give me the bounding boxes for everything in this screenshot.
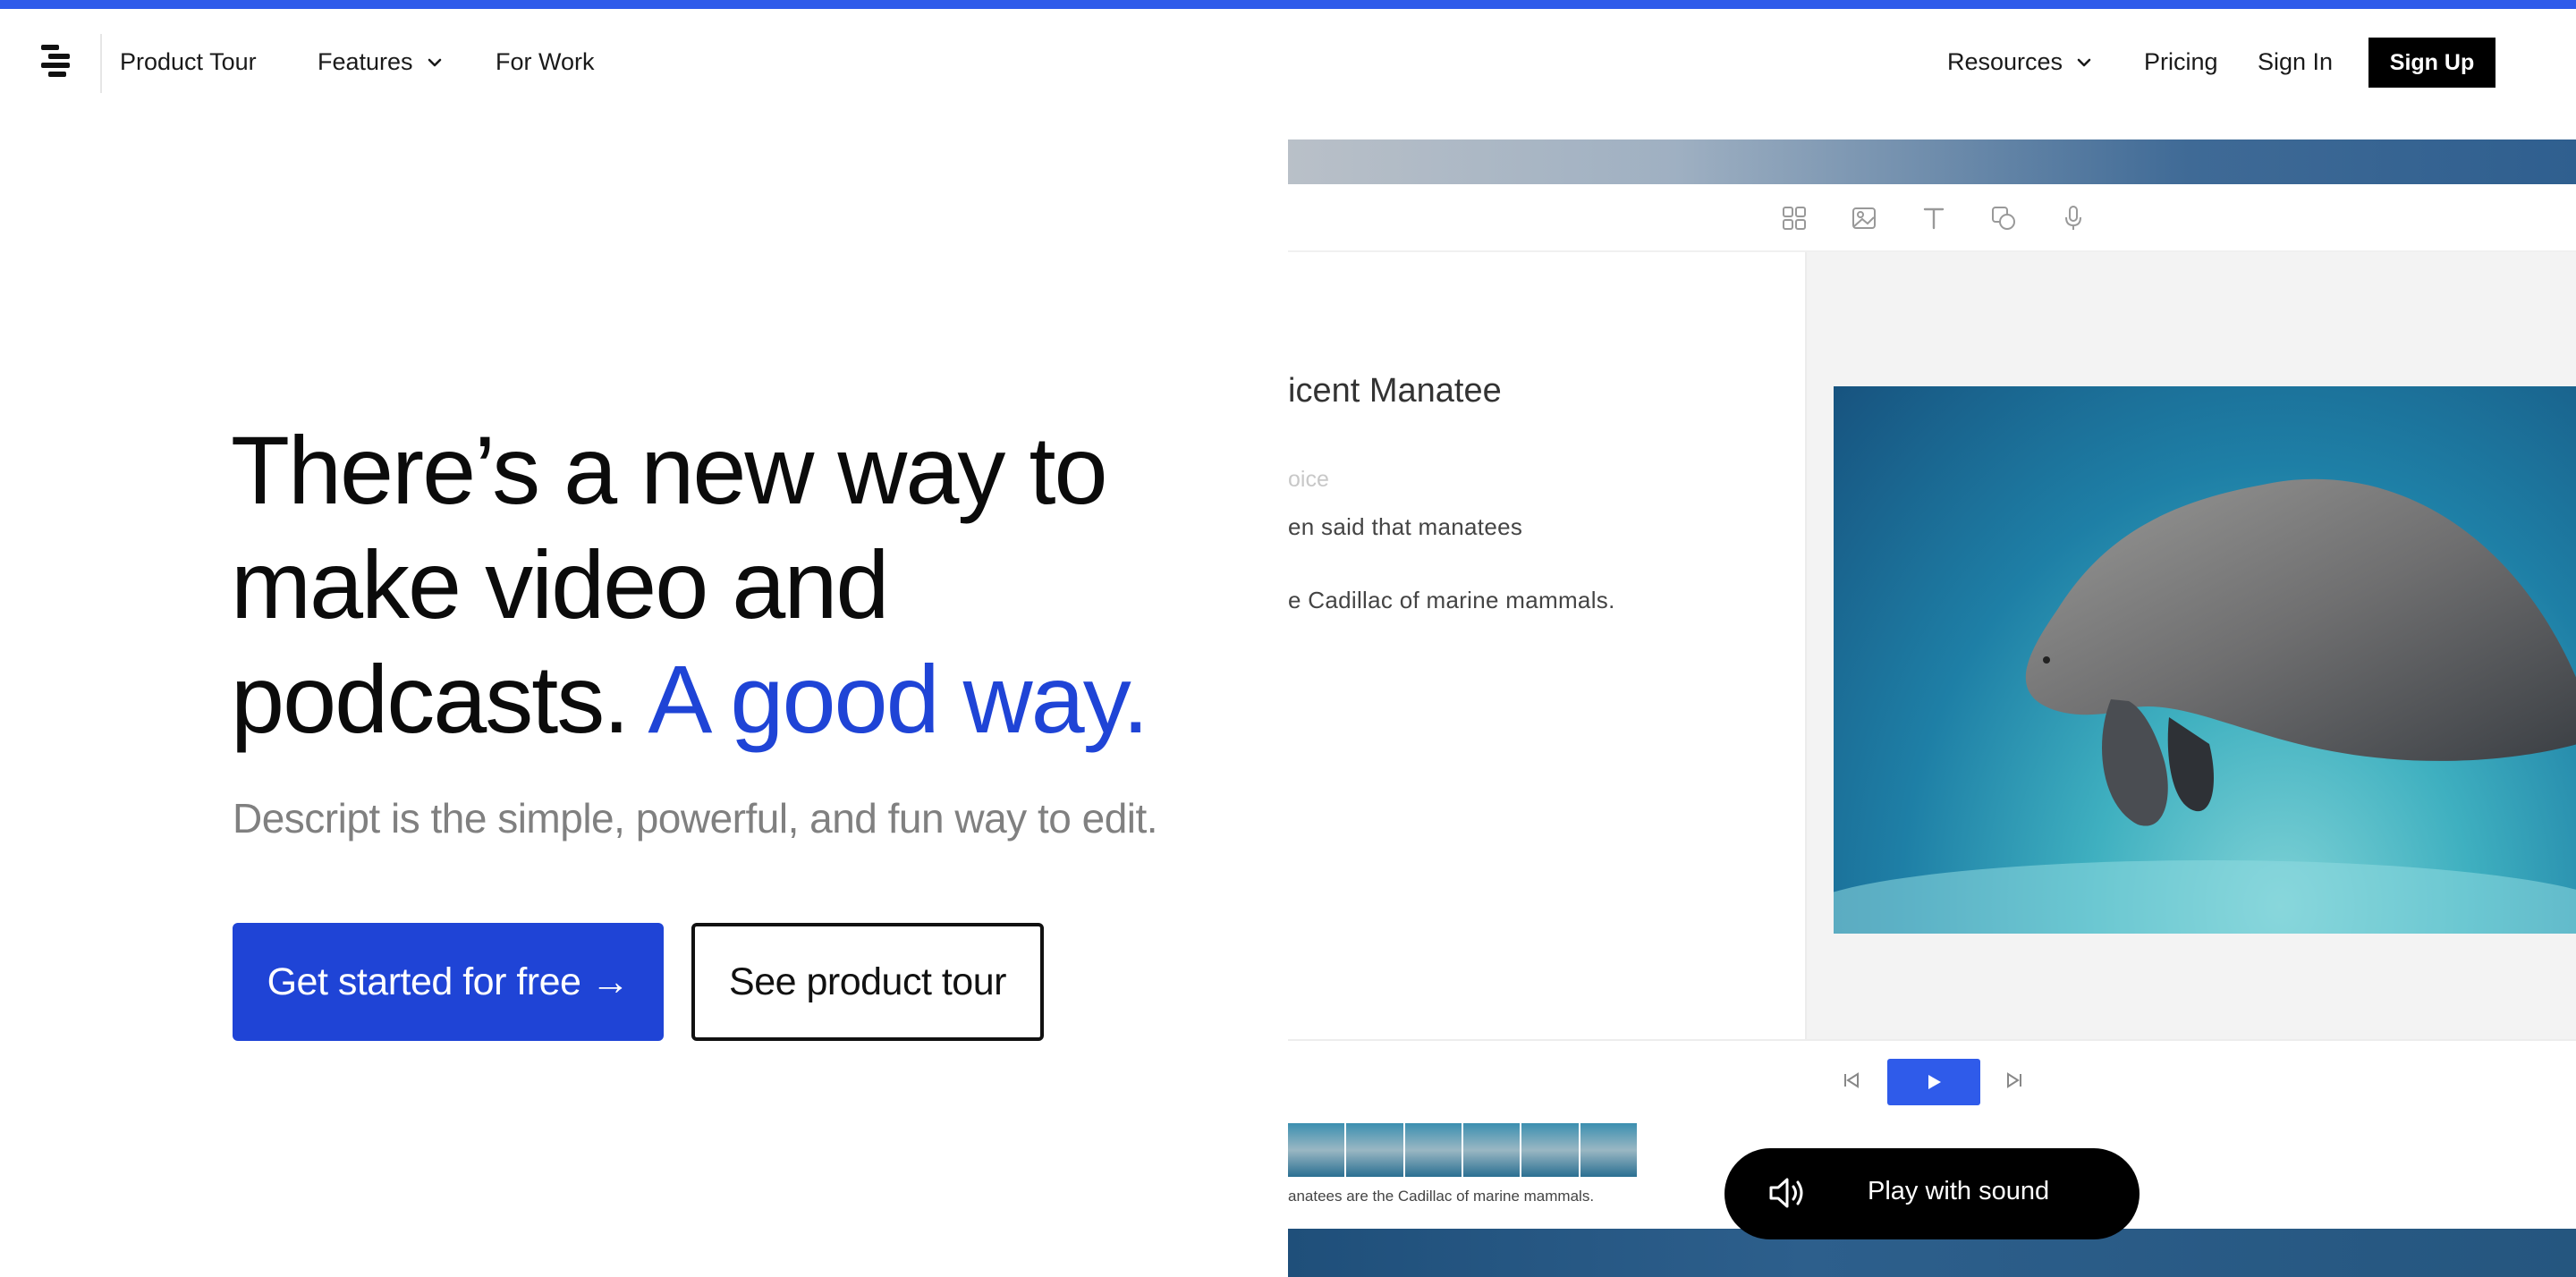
microphone-icon	[2065, 206, 2081, 230]
headline-line-2: make video and	[231, 530, 889, 638]
mockup-playback-controls	[1288, 1039, 2576, 1120]
manatee-video-frame	[1834, 386, 2576, 934]
manatee-illustration	[1834, 478, 2576, 934]
nav-features[interactable]: Features	[318, 48, 444, 76]
product-mockup: icent Manatee oice en said that manatees…	[1288, 140, 2576, 1277]
headline-accent: A good way.	[648, 645, 1148, 753]
nav-sign-in[interactable]: Sign In	[2258, 48, 2333, 76]
mockup-video-stage	[1805, 252, 2576, 1039]
hero-headline: There’s a new way to make video and podc…	[231, 413, 1268, 757]
nav-resources-label: Resources	[1947, 48, 2063, 75]
nav-sign-in-label: Sign In	[2258, 48, 2334, 75]
see-product-tour-button[interactable]: See product tour	[691, 923, 1044, 1041]
top-navigation: Product Tour Features For Work Resources…	[0, 9, 2576, 116]
mockup-toolbar	[1288, 184, 2576, 252]
logo-divider	[100, 34, 102, 93]
nav-product-tour[interactable]: Product Tour	[120, 48, 257, 76]
chevron-down-icon	[2077, 58, 2091, 66]
play-with-sound-button[interactable]: Play with sound	[1724, 1148, 2140, 1239]
speaker-icon	[1769, 1178, 1803, 1208]
skip-back-icon	[1844, 1072, 1859, 1088]
nav-for-work-label: For Work	[496, 48, 595, 75]
play-icon	[1928, 1075, 1941, 1089]
script-line: en said that manatees	[1288, 513, 1523, 540]
descript-logo-icon[interactable]	[41, 43, 77, 82]
skip-forward-icon	[2007, 1072, 2021, 1088]
script-line: e Cadillac of marine mammals.	[1288, 587, 1615, 613]
nav-resources[interactable]: Resources	[1947, 48, 2093, 76]
timeline-thumbnail	[1580, 1123, 1637, 1177]
get-started-button[interactable]: Get started for free →	[233, 923, 664, 1041]
play-with-sound-label: Play with sound	[1868, 1177, 2050, 1205]
mockup-top-strip	[1288, 140, 2576, 184]
script-title: icent Manatee	[1288, 372, 1502, 410]
headline-line-1: There’s a new way to	[231, 416, 1108, 524]
shapes-icon	[1992, 207, 2015, 230]
nav-features-label: Features	[318, 48, 413, 75]
script-speaker: oice	[1288, 467, 1329, 492]
timeline-thumbnail	[1462, 1123, 1521, 1177]
hero-subhead: Descript is the simple, powerful, and fu…	[233, 795, 1158, 841]
timeline-caption: anatees are the Cadillac of marine mamma…	[1288, 1188, 1595, 1205]
nav-product-tour-label: Product Tour	[120, 48, 257, 75]
timeline-thumbnail	[1521, 1123, 1579, 1177]
image-icon	[1852, 207, 1876, 229]
timeline-thumbnail	[1288, 1123, 1345, 1177]
nav-pricing[interactable]: Pricing	[2144, 48, 2218, 76]
timeline-thumbnail	[1404, 1123, 1462, 1177]
top-accent-bar	[0, 0, 2576, 9]
mockup-play-button	[1887, 1059, 1980, 1105]
chevron-down-icon	[428, 58, 441, 66]
timeline-thumbnail	[1346, 1123, 1403, 1177]
grid-icon	[1783, 207, 1806, 230]
sign-up-button[interactable]: Sign Up	[2368, 38, 2496, 88]
text-icon	[1923, 207, 1945, 230]
nav-for-work[interactable]: For Work	[496, 48, 595, 76]
nav-pricing-label: Pricing	[2144, 48, 2218, 75]
headline-line-3: podcasts.	[231, 645, 630, 753]
mockup-timeline	[1288, 1123, 1639, 1177]
mockup-script-panel: icent Manatee oice en said that manatees…	[1288, 252, 1805, 1039]
